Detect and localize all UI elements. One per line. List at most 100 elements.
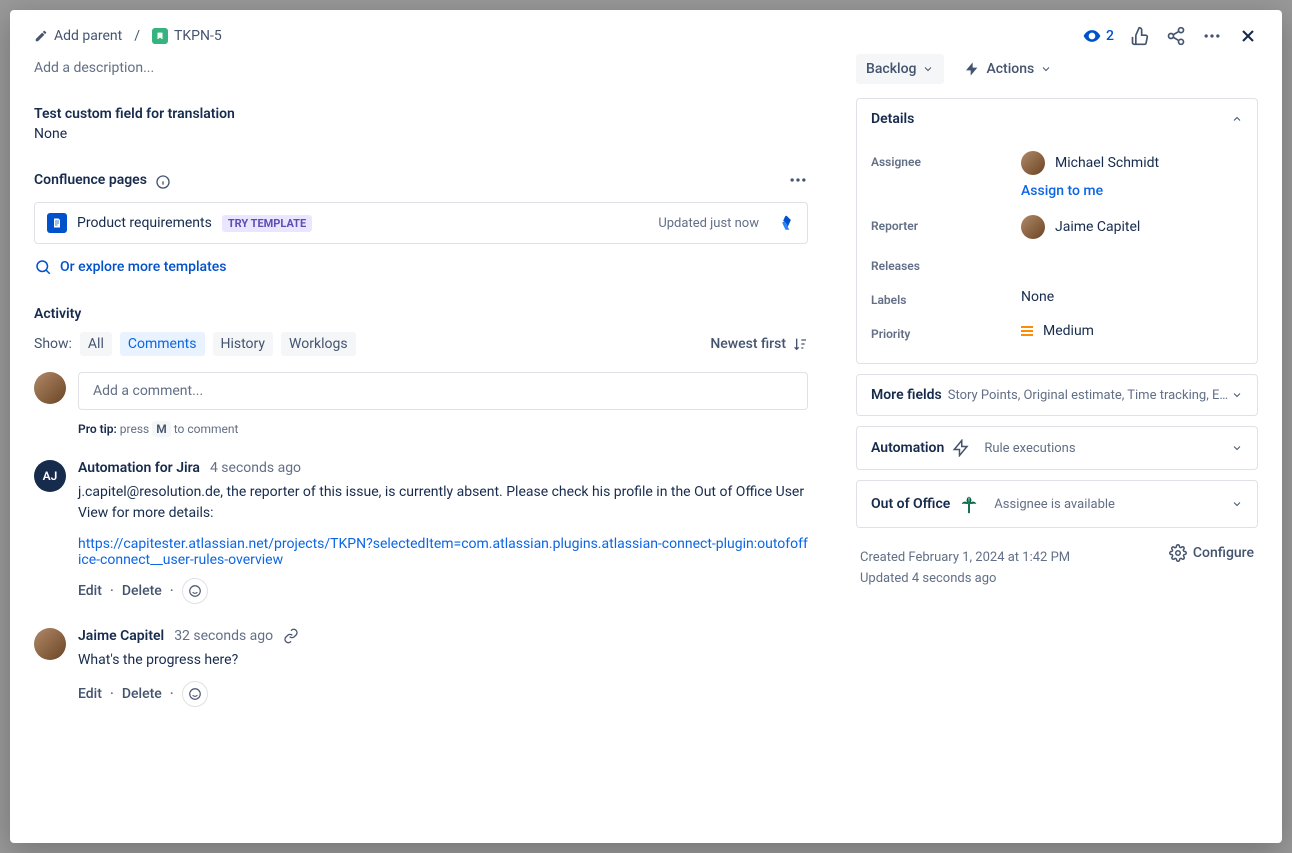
assignee-value[interactable]: Michael Schmidt [1021,151,1243,175]
releases-field[interactable]: Releases [871,247,1243,281]
main-column: Add a description... Test custom field f… [10,46,832,843]
details-title: Details [871,111,914,127]
activity-tabs: Show: All Comments History Worklogs Newe… [34,332,808,356]
share-button[interactable] [1166,26,1186,46]
labels-value: None [1021,289,1243,305]
add-parent-button[interactable]: Add parent [34,28,122,44]
comment-link[interactable]: https://capitester.atlassian.net/project… [78,536,808,568]
chevron-down-icon [1231,389,1243,401]
newest-first-label: Newest first [710,336,786,352]
reporter-field: Reporter Jaime Capitel [871,207,1243,247]
activity-section-label: Activity [34,306,808,322]
page-updated-text: Updated just now [658,216,759,231]
priority-value: Medium [1043,323,1094,339]
comment-author[interactable]: Automation for Jira [78,460,200,476]
chevron-down-icon [1231,498,1243,510]
header-actions: 2 [1082,26,1258,46]
modal-body: Add a description... Test custom field f… [10,46,1282,843]
description-field[interactable]: Add a description... [34,54,808,82]
comment-author[interactable]: Jaime Capitel [78,628,164,644]
custom-field-value[interactable]: None [34,126,808,142]
close-icon [1238,26,1258,46]
comment-input[interactable]: Add a comment... [78,372,808,410]
current-user-avatar [34,372,66,404]
issue-key-link[interactable]: TKPN-5 [152,28,222,44]
ooo-sub: Assignee is available [994,497,1115,512]
breadcrumbs: Add parent / TKPN-5 [34,28,222,44]
out-of-office-panel[interactable]: Out of Office Assignee is available [856,480,1258,528]
comment-actions: Edit · Delete · [78,578,808,604]
details-panel: Details Assignee Michael Schmidt Assign … [856,98,1258,364]
assign-to-me-link[interactable]: Assign to me [1021,183,1243,199]
more-fields-sub: Story Points, Original estimate, Time tr… [948,388,1231,403]
labels-field[interactable]: Labels None [871,281,1243,315]
comment-author-avatar: AJ [34,460,66,492]
emoji-icon [188,687,202,701]
issue-key-text: TKPN-5 [174,28,222,44]
status-label: Backlog [866,61,916,77]
comment-actions: Edit · Delete · [78,681,808,707]
sort-newest-first-button[interactable]: Newest first [710,336,808,352]
reporter-label: Reporter [871,215,1021,233]
details-panel-body: Assignee Michael Schmidt Assign to me Re… [857,139,1257,363]
ooo-title: Out of Office [871,496,950,512]
confluence-page-title: Product requirements [77,215,212,231]
avatar [1021,151,1045,175]
comment-edit-button[interactable]: Edit [78,686,102,702]
tab-history[interactable]: History [213,332,274,356]
palm-tree-icon [958,493,980,515]
custom-field-label: Test custom field for translation [34,106,808,122]
confluence-section-label: Confluence pages [34,172,147,188]
configure-button[interactable]: Configure [1169,544,1254,562]
eye-icon [1082,26,1102,46]
close-button[interactable] [1238,26,1258,46]
tab-worklogs[interactable]: Worklogs [281,332,356,356]
releases-label: Releases [871,255,1021,273]
comment-edit-button[interactable]: Edit [78,583,102,599]
atlassian-icon [777,214,795,232]
automation-panel[interactable]: Automation Rule executions [856,426,1258,470]
info-icon[interactable] [155,174,171,190]
priority-label: Priority [871,323,1021,341]
chevron-down-icon [1231,442,1243,454]
comment-delete-button[interactable]: Delete [122,686,162,702]
dots-horizontal-icon [1202,26,1222,46]
automation-title: Automation [871,440,944,456]
assignee-label: Assignee [871,151,1021,169]
watch-count: 2 [1106,28,1114,44]
issue-modal: Add parent / TKPN-5 2 [10,10,1282,843]
automation-sub: Rule executions [984,441,1075,456]
bolt-icon [952,439,970,457]
bolt-icon [964,61,980,77]
side-column: Backlog Actions Details Assignee [832,46,1282,843]
reporter-value[interactable]: Jaime Capitel [1021,215,1243,239]
try-template-badge: TRY TEMPLATE [222,215,312,232]
add-reaction-button[interactable] [182,681,208,707]
more-actions-button[interactable] [1202,26,1222,46]
add-reaction-button[interactable] [182,578,208,604]
more-fields-panel[interactable]: More fields Story Points, Original estim… [856,374,1258,416]
comment-text: j.capitel@resolution.de, the reporter of… [78,482,808,524]
watch-button[interactable]: 2 [1082,26,1114,46]
explore-templates-link[interactable]: Or explore more templates [34,252,808,282]
emoji-icon [188,584,202,598]
confluence-more-button[interactable] [788,170,808,194]
share-icon [1166,26,1186,46]
status-dropdown[interactable]: Backlog [856,54,944,84]
confluence-page-card[interactable]: Product requirements TRY TEMPLATE Update… [34,202,808,244]
tab-all[interactable]: All [80,332,112,356]
updated-text: Updated 4 seconds ago [860,571,1070,586]
like-button[interactable] [1130,26,1150,46]
priority-field[interactable]: Priority Medium [871,315,1243,349]
comment-delete-button[interactable]: Delete [122,583,162,599]
modal-header: Add parent / TKPN-5 2 [10,10,1282,46]
tab-comments[interactable]: Comments [120,332,205,356]
actions-dropdown[interactable]: Actions [954,54,1062,84]
show-label: Show: [34,336,72,352]
permalink-icon[interactable] [283,628,299,644]
sort-icon [792,336,808,352]
details-panel-header[interactable]: Details [857,99,1257,139]
explore-templates-label: Or explore more templates [60,259,226,275]
comment-time: 4 seconds ago [210,460,301,476]
meta-row: Created February 1, 2024 at 1:42 PM Upda… [856,538,1258,592]
